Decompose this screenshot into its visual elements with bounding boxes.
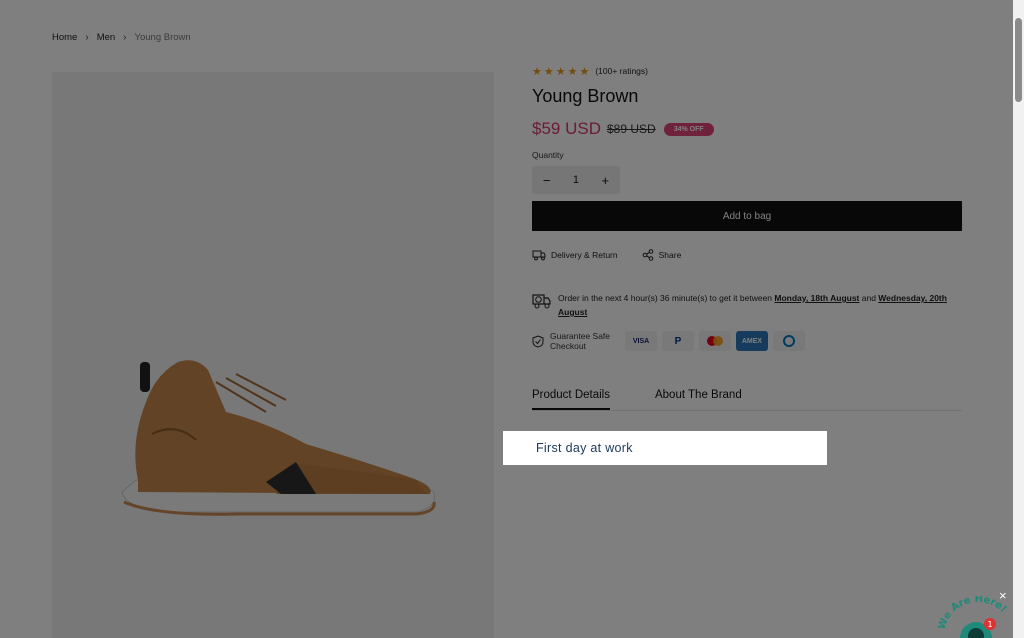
safe-checkout-label: Guarantee Safe Checkout — [550, 331, 611, 351]
truck-icon — [532, 250, 546, 261]
chat-badge: 1 — [987, 620, 992, 629]
breadcrumb-men-link[interactable]: Men — [97, 32, 115, 43]
decrement-button[interactable]: − — [532, 173, 561, 188]
amex-icon: AMEX — [736, 331, 768, 351]
tab-product-details[interactable]: Product Details — [532, 383, 610, 410]
add-to-bag-button[interactable]: Add to bag — [532, 201, 962, 231]
delivery-date-from: Monday, 18th August — [774, 293, 860, 303]
star-rating-icon: ★★★★★ — [532, 65, 592, 78]
shoe-image — [121, 360, 436, 516]
chevron-right-icon: › — [123, 32, 127, 43]
paypal-icon: P — [662, 331, 694, 351]
delivery-middle: and — [859, 293, 879, 303]
visa-icon: VISA — [625, 331, 657, 351]
delivery-text: Order in the next 4 hour(s) 36 minute(s)… — [558, 291, 962, 319]
share-icon — [642, 249, 653, 261]
breadcrumb-current: Young Brown — [134, 32, 191, 43]
increment-button[interactable]: + — [591, 173, 620, 188]
diners-club-icon — [773, 331, 805, 351]
price-row: $59 USD $89 USD 34% OFF — [532, 119, 962, 139]
breadcrumb: Home › Men › Young Brown — [52, 32, 191, 43]
delivery-return-link[interactable]: Delivery & Return — [532, 249, 618, 261]
highlight-tooltip: First day at work — [503, 431, 827, 465]
product-details: ★★★★★ (100+ ratings) Young Brown $59 USD… — [532, 64, 962, 411]
delivery-return-label: Delivery & Return — [551, 250, 618, 260]
product-title: Young Brown — [532, 86, 639, 106]
delivery-prefix: Order in the next 4 hour(s) 36 minute(s)… — [558, 293, 775, 303]
chat-widget[interactable]: We Are Here! 1 — [936, 596, 1018, 638]
share-label: Share — [658, 250, 682, 260]
product-image[interactable] — [52, 72, 494, 638]
delivery-clock-icon — [532, 294, 551, 309]
original-price: $89 USD — [606, 122, 656, 136]
delivery-estimate: Order in the next 4 hour(s) 36 minute(s)… — [532, 291, 962, 319]
rating-count[interactable]: (100+ ratings) — [595, 66, 648, 76]
share-link[interactable]: Share — [642, 249, 682, 261]
rating: ★★★★★ (100+ ratings) — [532, 64, 962, 78]
mastercard-icon — [699, 331, 731, 351]
safe-checkout: Guarantee Safe Checkout VISA P AMEX — [532, 331, 962, 351]
scrollbar-thumb[interactable] — [1015, 18, 1022, 102]
scrollbar[interactable] — [1013, 0, 1024, 638]
tab-about-the-brand[interactable]: About The Brand — [655, 383, 742, 410]
breadcrumb-home-link[interactable]: Home — [52, 32, 77, 43]
quantity-value[interactable]: 1 — [561, 174, 590, 186]
product-links: Delivery & Return Share — [532, 249, 962, 261]
quantity-label: Quantity — [532, 150, 564, 160]
discount-badge: 34% OFF — [663, 122, 714, 136]
shield-icon — [532, 334, 544, 348]
chevron-right-icon: › — [85, 32, 89, 43]
quantity-stepper: − 1 + — [532, 166, 620, 194]
chat-bubble-icon: We Are Here! 1 — [937, 596, 1009, 638]
product-tabs: Product Details About The Brand — [532, 383, 962, 411]
current-price: $59 USD — [532, 119, 601, 138]
